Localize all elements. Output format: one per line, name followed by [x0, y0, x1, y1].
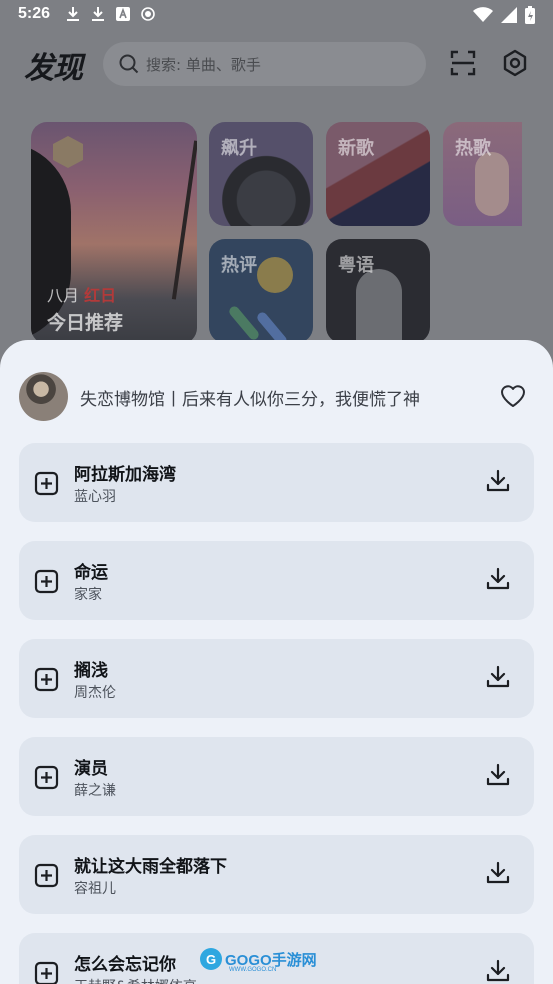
guitar-graphic [475, 152, 509, 216]
download-icon[interactable] [485, 468, 511, 498]
battery-charging-icon [525, 6, 535, 24]
add-to-playlist-icon[interactable] [34, 960, 60, 984]
song-artist: 容祖儿 [74, 881, 116, 897]
add-to-playlist-icon[interactable] [34, 470, 60, 500]
add-to-playlist-icon[interactable] [34, 666, 60, 696]
settings-icon[interactable] [501, 49, 529, 77]
search-placeholder: 搜索: 单曲、歌手 [146, 56, 261, 74]
playlist-header: 失恋博物馆丨后来有人似你三分，我便慌了神 [19, 372, 534, 422]
card-label: 粤语 [338, 255, 374, 276]
wifi-icon [473, 7, 493, 22]
card-label: 热歌 [455, 138, 491, 159]
download-icon [67, 7, 79, 21]
scan-icon[interactable] [450, 50, 476, 76]
daily-month: 八月 红日 [47, 286, 117, 305]
header: 发现 搜索: 单曲、歌手 [0, 40, 553, 90]
download-icon[interactable] [485, 762, 511, 792]
signal-icon [501, 7, 517, 23]
download-icon[interactable] [485, 958, 511, 984]
palm-graphic [171, 140, 197, 300]
daily-label: 今日推荐 [47, 312, 124, 334]
download-icon[interactable] [485, 566, 511, 596]
song-title: 演员 [74, 759, 108, 779]
add-to-playlist-icon[interactable] [34, 862, 60, 892]
song-title: 搁浅 [74, 661, 108, 681]
hot-comments-card[interactable]: 热评 [209, 239, 313, 343]
search-icon [119, 54, 139, 74]
diamond-icon [53, 136, 83, 168]
song-title: 命运 [74, 563, 108, 583]
download-icon[interactable] [485, 860, 511, 890]
watermark: G GOGO手游网 WWW.GOGO.CN [200, 947, 317, 973]
status-time: 5:26 [18, 5, 51, 22]
heart-icon[interactable] [500, 384, 526, 408]
song-artist: 家家 [74, 587, 102, 603]
song-artist: 薛之谦 [74, 783, 116, 799]
daily-recommend-card[interactable]: 八月 红日 今日推荐 [31, 122, 197, 344]
new-songs-card[interactable]: 新歌 [326, 122, 430, 226]
watermark-url: WWW.GOGO.CN [229, 967, 277, 973]
search-input[interactable]: 搜索: 单曲、歌手 [103, 42, 426, 86]
cantonese-card[interactable]: 粤语 [326, 239, 430, 343]
surge-chart-card[interactable]: 飙升 [209, 122, 313, 226]
song-item[interactable]: 演员 薛之谦 [19, 737, 534, 816]
card-label: 飙升 [221, 138, 257, 159]
hot-songs-card[interactable]: 热歌 [443, 122, 522, 226]
song-item[interactable]: 阿拉斯加海湾 蓝心羽 [19, 443, 534, 522]
page-title: 发现 [24, 51, 83, 86]
song-item[interactable]: 命运 家家 [19, 541, 534, 620]
card-label: 新歌 [338, 138, 374, 159]
avatar [19, 372, 68, 421]
song-title: 阿拉斯加海湾 [74, 465, 176, 485]
watermark-logo: G [200, 948, 222, 970]
status-bar: 5:26 [0, 0, 553, 32]
card-label: 热评 [221, 255, 257, 276]
download-icon [92, 7, 104, 21]
song-artist: 周杰伦 [74, 685, 116, 701]
record-icon [141, 7, 155, 21]
song-artist: 王赫野&希林娜依高 [74, 976, 197, 984]
song-item[interactable]: 搁浅 周杰伦 [19, 639, 534, 718]
add-to-playlist-icon[interactable] [34, 568, 60, 598]
song-item[interactable]: 就让这大雨全都落下容祖儿 [19, 835, 534, 914]
song-title: 怎么会忘记你 [74, 955, 176, 975]
add-to-playlist-icon[interactable] [34, 764, 60, 794]
song-artist: 蓝心羽 [74, 489, 116, 505]
download-icon[interactable] [485, 664, 511, 694]
font-icon [116, 7, 130, 21]
song-title: 就让这大雨全都落下 [74, 857, 227, 877]
playlist-title: 失恋博物馆丨后来有人似你三分，我便慌了神 [80, 390, 420, 410]
